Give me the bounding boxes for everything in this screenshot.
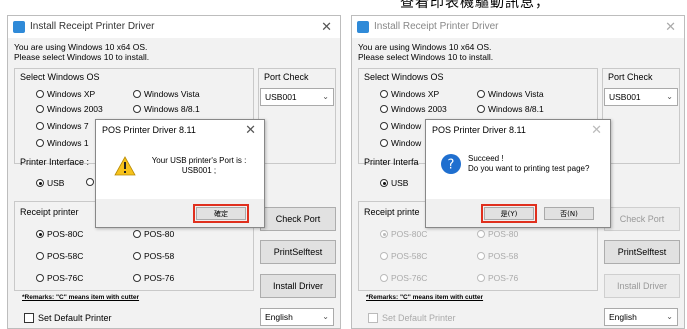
radio-os-7[interactable]: Window [380, 121, 421, 131]
check-port-button[interactable]: Check Port [260, 207, 336, 231]
svg-text:?: ? [448, 158, 455, 173]
yes-button[interactable]: 是(Y) [481, 204, 537, 223]
chevron-down-icon: ⌄ [322, 312, 329, 321]
app-icon [13, 21, 25, 33]
no-button[interactable]: 否(N) [544, 207, 594, 220]
radio-pos-76c[interactable]: POS-76C [380, 273, 427, 283]
receipt-printer-label: Receipt printer [20, 207, 79, 217]
window-title: Install Receipt Printer Driver [374, 21, 499, 32]
dialog-message-line1: Succeed ! [468, 154, 504, 163]
page-caption: 查看印表機驅動訊息， [400, 0, 550, 11]
dialog-message: Succeed ! Do you want to printing test p… [468, 154, 608, 174]
radio-os-vista[interactable]: Windows Vista [133, 89, 200, 99]
port-check-label: Port Check [264, 72, 309, 82]
close-icon[interactable]: ✕ [665, 19, 676, 35]
os-info: You are using Windows 10 x64 OS. Please … [358, 42, 493, 62]
radio-pos-80c[interactable]: POS-80C [380, 229, 427, 239]
title-bar: Install Receipt Printer Driver ✕ [352, 16, 684, 38]
radio-os-xp[interactable]: Windows XP [380, 89, 439, 99]
print-selftest-button[interactable]: PrintSelftest [604, 240, 680, 264]
title-bar: Install Receipt Printer Driver ✕ [8, 16, 340, 38]
select-os-label: Select Windows OS [364, 72, 444, 82]
radio-os-8[interactable]: Windows 8/8.1 [477, 104, 544, 114]
language-select[interactable]: English ⌄ [260, 308, 334, 326]
installer-window-right: Install Receipt Printer Driver ✕ You are… [351, 15, 685, 329]
radio-os-7[interactable]: Windows 7 [36, 121, 89, 131]
port-info-dialog: POS Printer Driver 8.11 ✕ Your USB print… [95, 119, 265, 228]
dialog-message-line2: Do you want to printing test page? [468, 164, 590, 173]
default-printer-checkbox[interactable]: Set Default Printer [368, 313, 456, 323]
warning-icon [114, 156, 136, 176]
radio-os-10[interactable]: Window [380, 138, 421, 148]
remarks-text: *Remarks: "C" means item with cutter [22, 294, 140, 301]
test-page-dialog: POS Printer Driver 8.11 ✕ ? Succeed ! Do… [425, 119, 611, 228]
question-icon: ? [441, 154, 461, 174]
radio-pos-58[interactable]: POS-58 [477, 251, 518, 261]
radio-usb[interactable]: USB [36, 178, 64, 188]
radio-os-8[interactable]: Windows 8/8.1 [133, 104, 200, 114]
radio-os-2003[interactable]: Windows 2003 [36, 104, 103, 114]
radio-interface-2[interactable] [86, 178, 94, 186]
select-os-label: Select Windows OS [20, 72, 100, 82]
port-select[interactable]: USB001 ⌄ [260, 88, 334, 106]
port-select[interactable]: USB001 ⌄ [604, 88, 678, 106]
os-info-line1: You are using Windows 10 x64 OS. [14, 42, 148, 52]
chevron-down-icon: ⌄ [322, 92, 329, 101]
dialog-message: Your USB printer's Port is : USB001 ; [140, 156, 258, 176]
remarks-text: *Remarks: "C" means item with cutter [366, 294, 484, 301]
window-title: Install Receipt Printer Driver [30, 21, 155, 32]
radio-os-xp[interactable]: Windows XP [36, 89, 95, 99]
language-select[interactable]: English ⌄ [604, 308, 678, 326]
chevron-down-icon: ⌄ [666, 312, 673, 321]
radio-pos-76[interactable]: POS-76 [477, 273, 518, 283]
os-info-line1: You are using Windows 10 x64 OS. [358, 42, 492, 52]
ok-button[interactable]: 確定 [193, 204, 249, 223]
radio-pos-76c[interactable]: POS-76C [36, 273, 83, 283]
radio-pos-58[interactable]: POS-58 [133, 251, 174, 261]
chevron-down-icon: ⌄ [666, 92, 673, 101]
dialog-message-line1: Your USB printer's Port is : [151, 156, 247, 165]
dialog-title: POS Printer Driver 8.11 [102, 125, 196, 135]
install-driver-button[interactable]: Install Driver [260, 274, 336, 298]
radio-pos-58c[interactable]: POS-58C [36, 251, 83, 261]
install-driver-button[interactable]: Install Driver [604, 274, 680, 298]
os-info: You are using Windows 10 x64 OS. Please … [14, 42, 149, 62]
port-check-group [602, 68, 680, 164]
os-info-line2: Please select Windows 10 to install. [14, 52, 150, 62]
installer-window-left: Install Receipt Printer Driver ✕ You are… [7, 15, 341, 329]
receipt-printer-label: Receipt printe [364, 207, 420, 217]
check-port-button[interactable]: Check Port [604, 207, 680, 231]
radio-pos-58c[interactable]: POS-58C [380, 251, 427, 261]
printer-interface-label: Printer Interfa [364, 157, 419, 167]
radio-os-vista[interactable]: Windows Vista [477, 89, 544, 99]
radio-usb[interactable]: USB [380, 178, 408, 188]
close-icon[interactable]: ✕ [591, 122, 602, 138]
dialog-message-line2: USB001 ; [181, 166, 217, 175]
port-check-group [258, 68, 336, 164]
printer-interface-label: Printer Interface : [20, 157, 90, 167]
default-printer-checkbox[interactable]: Set Default Printer [24, 313, 112, 323]
print-selftest-button[interactable]: PrintSelftest [260, 240, 336, 264]
radio-pos-80[interactable]: POS-80 [477, 229, 518, 239]
port-check-label: Port Check [608, 72, 653, 82]
os-info-line2: Please select Windows 10 to install. [358, 52, 494, 62]
radio-os-10[interactable]: Windows 1 [36, 138, 89, 148]
close-icon[interactable]: ✕ [245, 122, 256, 138]
radio-pos-76[interactable]: POS-76 [133, 273, 174, 283]
radio-os-2003[interactable]: Windows 2003 [380, 104, 447, 114]
app-icon [357, 21, 369, 33]
dialog-title: POS Printer Driver 8.11 [432, 125, 526, 135]
close-icon[interactable]: ✕ [321, 19, 332, 35]
radio-pos-80[interactable]: POS-80 [133, 229, 174, 239]
radio-pos-80c[interactable]: POS-80C [36, 229, 83, 239]
